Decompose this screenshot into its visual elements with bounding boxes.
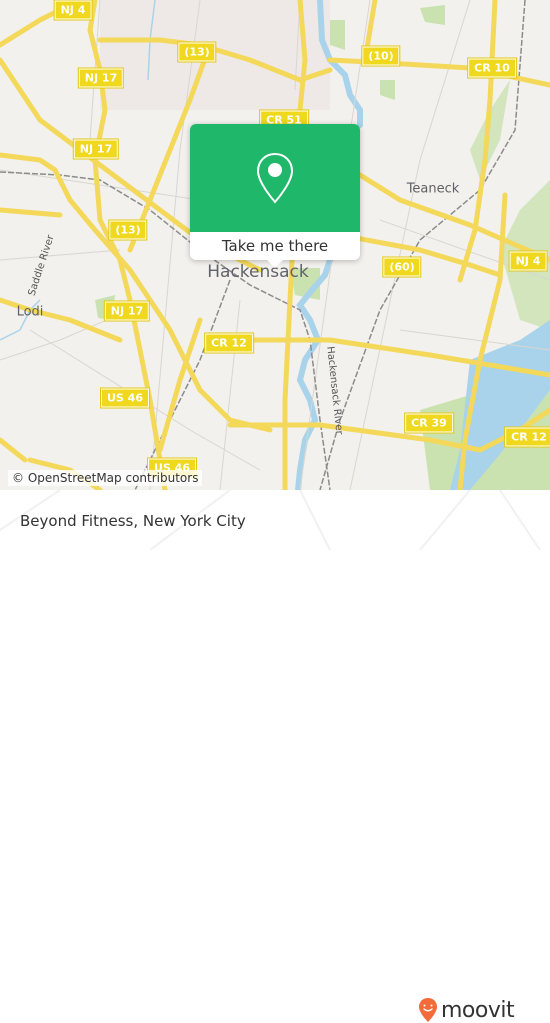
route-shield: NJ 4 [53, 0, 93, 21]
route-shield: (13) [177, 41, 217, 63]
route-shield: (10) [361, 45, 401, 67]
location-popup: Take me there [190, 124, 360, 268]
place-label-lodi: Lodi [16, 304, 44, 320]
place-label-teaneck: Teaneck [406, 181, 460, 197]
route-shield: (13) [108, 219, 148, 241]
place-label-hackensack: Hackensack [207, 262, 309, 282]
route-shield: NJ 4 [508, 250, 548, 272]
route-shield: CR 10 [467, 57, 517, 79]
location-pin-icon [256, 152, 294, 204]
take-me-there-button[interactable]: Take me there [190, 232, 360, 260]
route-shield: CR 39 [404, 412, 454, 434]
popup-header [190, 124, 360, 232]
route-shield: CR 12 [204, 332, 254, 354]
route-shield: US 46 [100, 387, 150, 409]
moovit-wordmark: moovit [441, 997, 515, 1023]
route-shield: NJ 17 [77, 67, 125, 89]
map-attribution[interactable]: © OpenStreetMap contributors [8, 470, 203, 486]
moovit-pin-icon [419, 998, 437, 1022]
route-shield: (60) [382, 256, 422, 278]
map[interactable]: Hackensack Teaneck Lodi Saddle River Hac… [0, 0, 550, 490]
moovit-logo[interactable]: moovit [418, 997, 515, 1023]
route-shield: NJ 17 [72, 138, 120, 160]
route-shield: NJ 17 [103, 300, 151, 322]
route-shield: CR 12 [504, 426, 550, 448]
footer: Beyond Fitness, New York City moovit [0, 490, 550, 1023]
place-title: Beyond Fitness, New York City [20, 512, 246, 530]
popup-pointer [267, 260, 283, 268]
